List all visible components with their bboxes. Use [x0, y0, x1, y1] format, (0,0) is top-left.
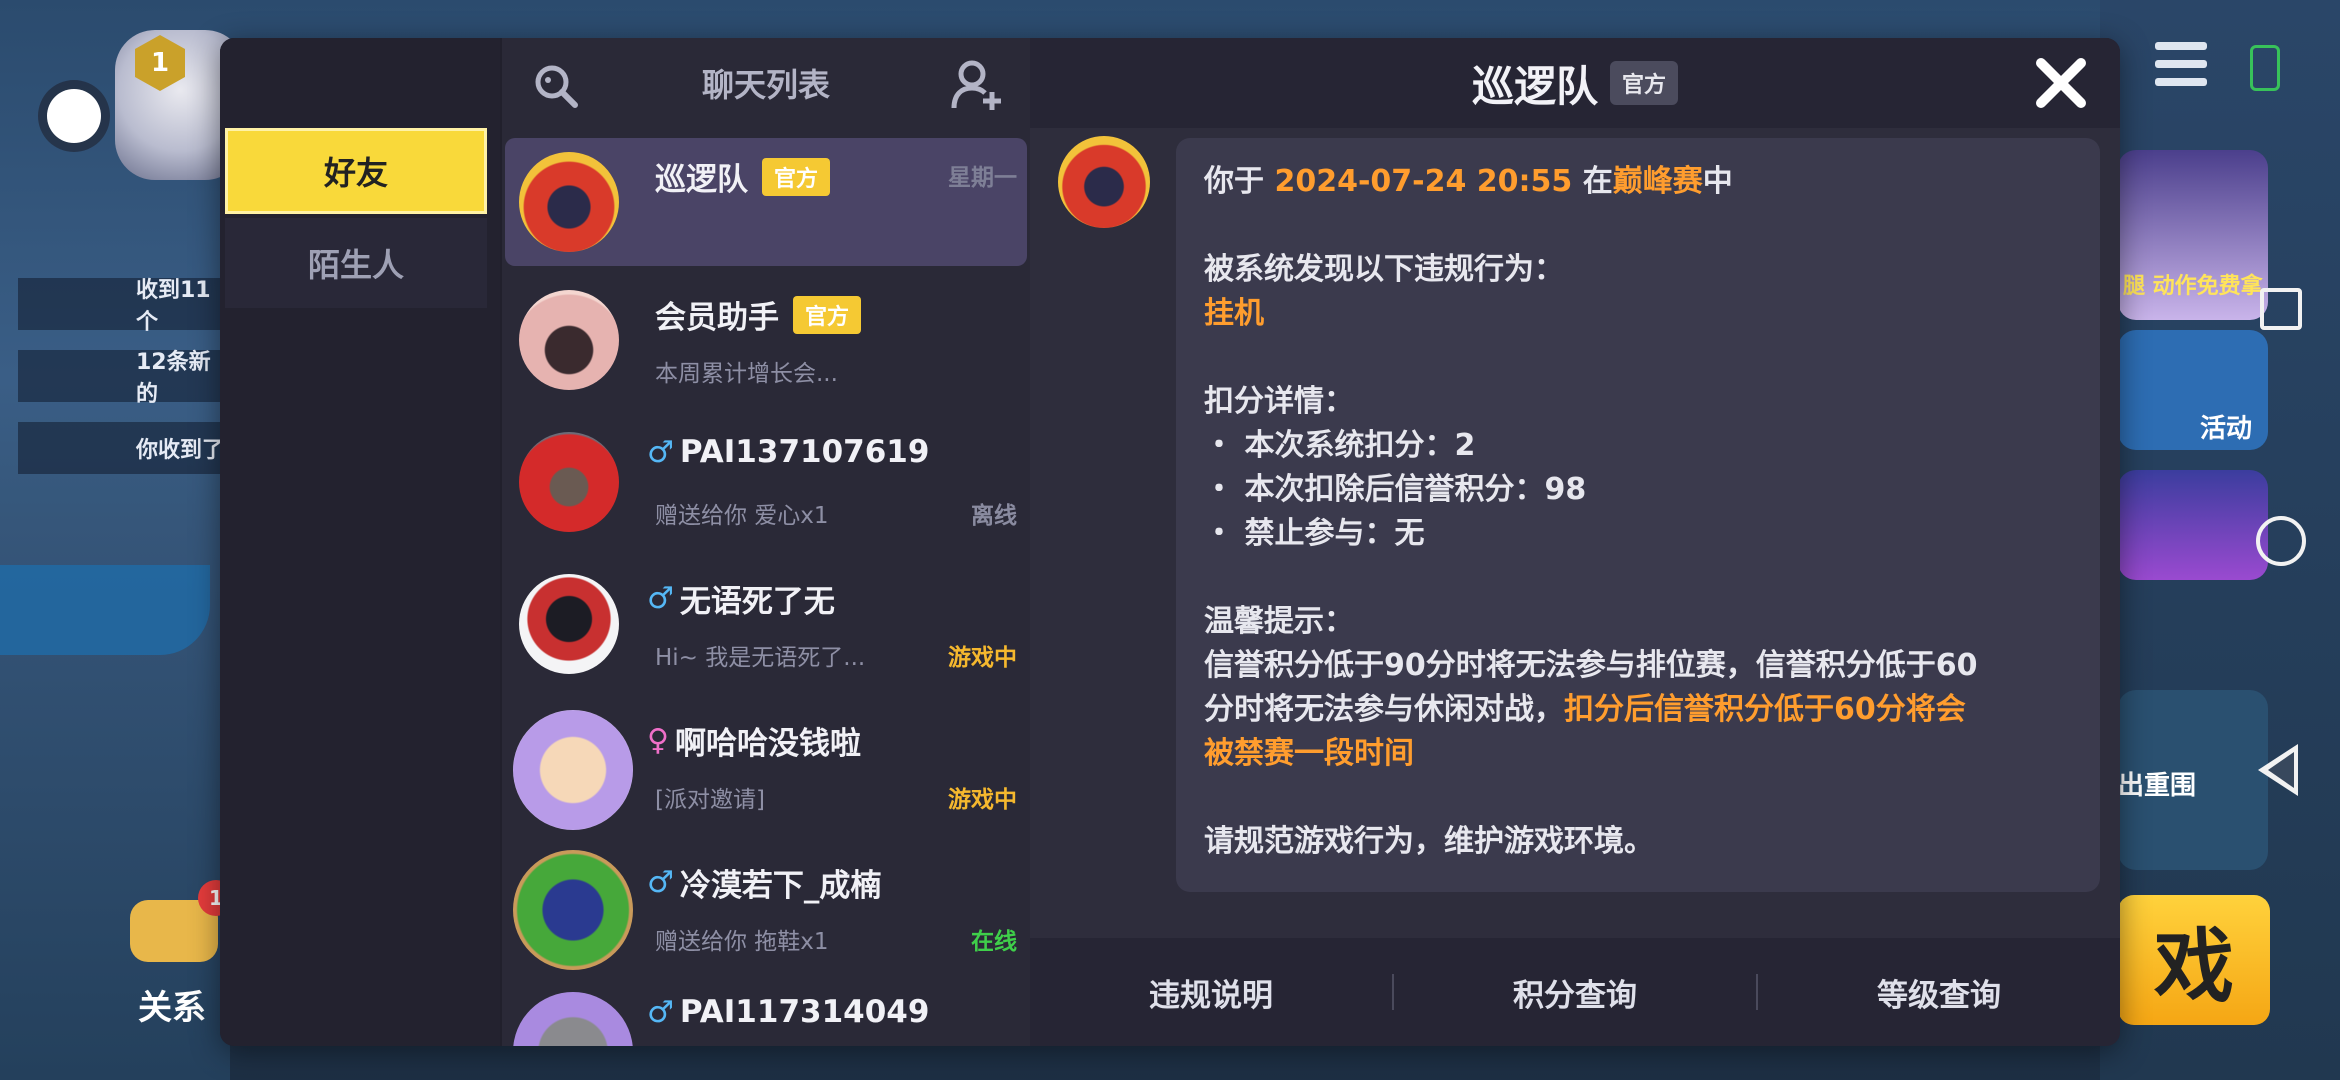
violation-heading: 被系统发现以下违规行为： [1204, 252, 1564, 287]
tab-friends[interactable]: 好友 [225, 128, 487, 214]
event-card[interactable]: 腿 动作免费拿 [2118, 150, 2268, 320]
menu-icon[interactable] [2155, 42, 2207, 86]
activity-card[interactable]: 活动 [2118, 330, 2268, 450]
chat-status: 游戏中 [948, 645, 1017, 671]
battery-icon [2250, 45, 2280, 91]
recents-nav-icon[interactable] [2260, 288, 2302, 330]
deduct-item: ・ 本次系统扣分：2 [1204, 428, 1476, 463]
activity-card-label: 活动 [2200, 414, 2253, 444]
sender-avatar[interactable] [1058, 136, 1150, 228]
official-tag: 官方 [793, 295, 862, 334]
chat-name: 巡逻队 官方 [655, 154, 831, 199]
promo-card[interactable] [2118, 470, 2268, 580]
tip-heading: 温馨提示： [1204, 604, 1354, 639]
search-icon[interactable] [532, 62, 580, 110]
chat-name-text: 巡逻队 [655, 162, 748, 198]
deduct-heading: 扣分详情： [1204, 384, 1354, 419]
male-icon: ♂ [647, 865, 674, 900]
chat-item-friend[interactable]: ♂ PAI117314049 [505, 986, 1027, 1046]
chat-name-text: 啊哈哈没钱啦 [674, 726, 861, 762]
tip-line: 分时将无法参与休闲对战，扣分后信誉积分低于60分将会 [1204, 692, 1966, 727]
chat-preview: [派对邀请] [655, 787, 765, 813]
chat-name: ♂ 冷漠若下_成楠 [647, 860, 882, 905]
mode-card-label: 出重围 [2118, 771, 2197, 801]
event-card-label: 腿 动作免费拿 [2123, 274, 2263, 299]
avatar [519, 432, 619, 532]
chat-name-text: 会员助手 [655, 300, 779, 336]
chat-item-patrol[interactable]: 巡逻队 官方 星期一 [505, 138, 1027, 266]
play-button[interactable]: 戏 [2118, 895, 2270, 1025]
chat-name: ♂ PAI137107619 [647, 434, 930, 470]
side-notification[interactable]: 收到11个 [18, 278, 228, 335]
chat-status: 游戏中 [948, 787, 1017, 813]
chat-time: 星期一 [948, 165, 1017, 191]
female-icon: ♀ [647, 723, 669, 758]
side-notification[interactable]: 12条新的 [18, 350, 228, 407]
deduct-item: ・ 禁止参与：无 [1204, 516, 1425, 551]
message-bubble: 你于 2024-07-24 20:55 在巅峰赛中 被系统发现以下违规行为： 挂… [1176, 138, 2100, 892]
close-icon [2036, 58, 2086, 108]
avatar [513, 850, 633, 970]
tip-line: 信誉积分低于90分时将无法参与排位赛，信誉积分低于60 [1204, 648, 1978, 683]
chat-name: 会员助手 官方 [655, 292, 862, 337]
back-nav-icon[interactable] [2258, 744, 2298, 796]
avatar [513, 710, 633, 830]
avatar [513, 992, 633, 1046]
violation-rules-button[interactable]: 违规说明 [1030, 970, 1392, 1015]
mode-card[interactable]: 出重围 [2118, 690, 2268, 870]
message-header: 巡逻队 官方 [1030, 38, 2120, 128]
chat-name-text: 无语死了无 [679, 584, 835, 620]
add-friend-icon[interactable] [950, 58, 1004, 112]
chat-list-title: 聊天列表 [701, 66, 830, 104]
chat-list: 聊天列表 巡逻队 官方 星期一 会员助手 官方 本周累计增长会... ♂ PAI… [502, 38, 1030, 1046]
closing-line: 请规范游戏行为，维护游戏环境。 [1204, 824, 1654, 859]
chat-name-text: PAI137107619 [679, 434, 930, 470]
chat-name: ♂ 无语死了无 [647, 576, 835, 621]
home-nav-icon[interactable] [2256, 516, 2306, 566]
points-query-button[interactable]: 积分查询 [1394, 970, 1756, 1015]
avatar [519, 574, 619, 674]
background-awning [0, 565, 210, 655]
chat-preview: Hi~ 我是无语死了... [655, 645, 866, 671]
message-panel: 巡逻队 官方 你于 2024-07-24 20:55 在巅峰赛中 被系统发现以下… [1030, 38, 2120, 1046]
chat-name-text: PAI117314049 [679, 994, 930, 1030]
male-icon: ♂ [647, 994, 674, 1030]
avatar [519, 152, 619, 252]
chat-item-friend[interactable]: ♀ 啊哈哈没钱啦 [派对邀请] 游戏中 [505, 702, 1027, 830]
side-notification[interactable]: 你收到了 [18, 422, 228, 474]
chat-list-header: 聊天列表 [502, 38, 1030, 128]
level-query-button[interactable]: 等级查询 [1758, 970, 2120, 1015]
message-footer: 违规说明 积分查询 等级查询 [1030, 938, 2120, 1046]
relation-button[interactable]: 1 关系 [130, 880, 234, 1028]
male-icon: ♂ [647, 581, 674, 616]
official-tag: 官方 [1610, 61, 1679, 105]
chat-name: ♀ 啊哈哈没钱啦 [647, 718, 861, 763]
male-icon: ♂ [647, 434, 674, 470]
chat-item-friend[interactable]: ♂ 无语死了无 Hi~ 我是无语死了... 游戏中 [505, 560, 1027, 688]
chat-name-text: 冷漠若下_成楠 [679, 868, 882, 904]
record-button[interactable] [38, 80, 110, 152]
tip-line: 被禁赛一段时间 [1204, 736, 1414, 771]
chat-status: 在线 [971, 929, 1017, 955]
chat-status: 离线 [971, 503, 1017, 529]
chat-name: ♂ PAI117314049 [647, 994, 930, 1030]
chat-preview: 本周累计增长会... [655, 361, 838, 387]
avatar [519, 290, 619, 390]
chat-dialog: 好友 陌生人 聊天列表 巡逻队 官方 星期一 会员助手 官方 本周累计增长会..… [220, 38, 2120, 1046]
deduct-item: ・ 本次扣除后信誉积分：98 [1204, 472, 1587, 507]
message-line: 你于 2024-07-24 20:55 在巅峰赛中 [1204, 164, 1733, 199]
message-title: 巡逻队 [1471, 61, 1598, 111]
official-tag: 官方 [762, 157, 831, 196]
violation-type: 挂机 [1204, 296, 1264, 331]
tab-strangers[interactable]: 陌生人 [225, 218, 487, 308]
relation-label: 关系 [138, 988, 206, 1028]
chat-item-friend[interactable]: ♂ PAI137107619 赠送给你 爱心x1 离线 [505, 418, 1027, 546]
chat-preview: 赠送给你 拖鞋x1 [655, 929, 829, 955]
chat-preview: 赠送给你 爱心x1 [655, 503, 829, 529]
chat-item-member-assistant[interactable]: 会员助手 官方 本周累计增长会... [505, 276, 1027, 404]
tab-column: 好友 陌生人 [220, 38, 500, 1046]
close-button[interactable] [2030, 52, 2092, 114]
chat-item-friend[interactable]: ♂ 冷漠若下_成楠 赠送给你 拖鞋x1 在线 [505, 844, 1027, 972]
